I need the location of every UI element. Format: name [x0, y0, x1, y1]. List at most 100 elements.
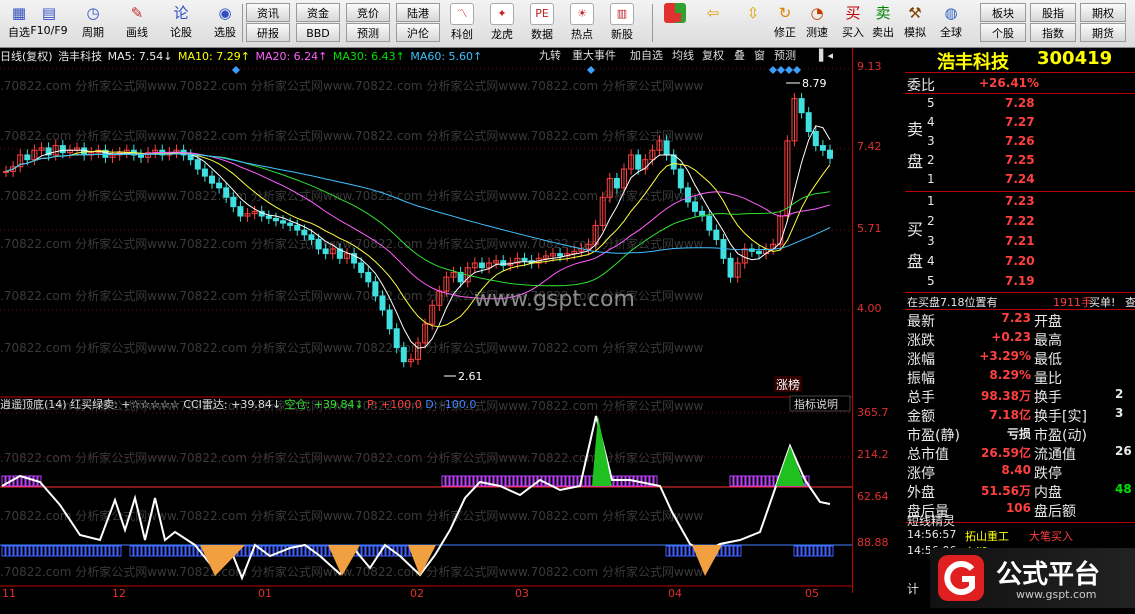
buy-price: 7.21 [1005, 234, 1035, 248]
toolbar-hammer-button[interactable]: ⚒ 模拟 [898, 3, 932, 43]
short-line-stock: 拓山重工 [965, 530, 1009, 543]
indicator-bottom-bar [169, 545, 174, 557]
toolbar-market-button[interactable]: 指数 [1030, 23, 1076, 42]
pe-icon: PE [530, 3, 554, 25]
quote-field-value: 48 [1115, 482, 1132, 496]
toolbar-market-button[interactable]: 期权 [1080, 3, 1126, 22]
candle-body [365, 271, 372, 283]
toolbar-dragon-button[interactable]: ✦ 龙虎 [483, 3, 521, 43]
toolbar-hot-button[interactable]: ☀ 热点 [563, 3, 601, 43]
toolbar-grid-button[interactable]: 研报 [246, 23, 290, 42]
x-axis-label: 03 [515, 587, 529, 600]
toolbar-button-label: 修正 [774, 26, 796, 39]
indicator-top-bar [641, 475, 646, 487]
candle-body [706, 215, 713, 231]
indicator-bottom-bar [77, 545, 82, 557]
indicator-bottom-bar [301, 545, 306, 557]
indicator-bottom-bar [13, 545, 18, 557]
toolbar-grid-button[interactable]: 资金 [296, 3, 340, 22]
indicator-bottom-bar [805, 545, 810, 557]
toolbar-globe-button[interactable]: ◍ 全球 [934, 3, 968, 43]
event-marker[interactable] [232, 66, 240, 74]
indicator-top-bar [465, 475, 470, 487]
indicator-bottom-bar [45, 545, 50, 557]
toolbar-market-button[interactable]: 期货 [1080, 23, 1126, 42]
indicator-bottom-bar [101, 545, 106, 557]
toolbar-button-label: F10/F9 [30, 24, 68, 37]
indicator-bottom-bar [57, 545, 62, 557]
event-marker[interactable] [793, 66, 801, 74]
indicator-bottom-bar [797, 545, 802, 557]
indicator-explain-label: 指标说明 [794, 397, 838, 411]
candle-body [692, 201, 699, 212]
toolbar-refresh-button[interactable]: ↻ 修正 [768, 3, 802, 43]
toolbar-sell-button[interactable]: 卖卖出 [866, 3, 900, 43]
indicator-top-bar [505, 475, 510, 487]
indicator-top-bar [481, 475, 486, 487]
indicator-bottom-bar [373, 545, 378, 557]
toolbar-button-label: 模拟 [904, 26, 926, 39]
sell-level: 1 [927, 172, 935, 186]
toolbar-grid-button[interactable]: 沪伦 [396, 23, 440, 42]
buy-alert-action: 买单! [1089, 296, 1116, 309]
quote-field-value: +3.29% [979, 349, 1031, 363]
quote-field-label: 开盘 [1034, 314, 1062, 330]
globe-icon: ◍ [944, 4, 958, 22]
panel-divider [905, 72, 1135, 73]
event-marker[interactable] [785, 66, 793, 74]
indicator-top-bar [753, 475, 758, 487]
toolbar-market-button[interactable]: 股指 [1030, 3, 1076, 22]
toolbar-grid-button[interactable]: 竞价 [346, 3, 390, 22]
y-axis: 9.13 7.42 5.71 4.00 365.7 214.2 62.64 88.88 [852, 48, 905, 593]
toolbar-color-grid-button[interactable]: ▚ [658, 3, 692, 43]
star-icon: ▦ [11, 4, 27, 22]
toolbar-back-arrow-button[interactable]: ⇦ [696, 3, 730, 43]
toolbar-stopwatch-button[interactable]: ◔ 测速 [800, 3, 834, 43]
kline-chart[interactable]: .70822.com 分析家公式网www.70822.com 分析家公式网www… [0, 48, 852, 608]
toolbar-book-button[interactable]: ▤ F10/F9 [30, 3, 68, 43]
candle-body [59, 145, 66, 154]
candle-body [635, 154, 642, 170]
candle-body [500, 260, 507, 266]
toolbar-pencil-button[interactable]: ✎ 画线 [118, 3, 156, 43]
buy-level: 4 [927, 254, 935, 268]
toolbar-clock-button[interactable]: ◷ 周期 [74, 3, 112, 43]
candle-body [827, 149, 833, 159]
candle-body [727, 257, 734, 278]
site-watermark: .70822.com 分析家公式网www.70822.com 分析家公式网www… [0, 128, 704, 143]
toolbar-select-button[interactable]: ◉ 选股 [206, 3, 244, 43]
candle-body [280, 220, 287, 224]
toolbar-grid-button[interactable]: 陆港 [396, 3, 440, 22]
buy-level: 5 [927, 274, 935, 288]
toolbar-pe-button[interactable]: PE 数据 [523, 3, 561, 43]
toolbar-grid-button[interactable]: 资讯 [246, 3, 290, 22]
dragon-icon: ✦ [490, 3, 514, 25]
oscillator-green-peak [776, 446, 805, 486]
toolbar-chart-button[interactable]: 〽科创 [443, 3, 481, 43]
toolbar-grid-button[interactable]: BBD [296, 23, 340, 42]
toolbar-ipo-button[interactable]: ▥ 新股 [603, 3, 641, 43]
toolbar-buy-button[interactable]: 买买入 [836, 3, 870, 43]
event-marker[interactable] [587, 66, 595, 74]
candle-body [805, 112, 812, 132]
toolbar-grid-button[interactable]: 预测 [346, 23, 390, 42]
candle-body [223, 187, 230, 198]
toolbar-talk-button[interactable]: 论论股 [162, 3, 200, 43]
toolbar-market-button[interactable]: 板块 [980, 3, 1026, 22]
indicator-bottom-bar [113, 545, 118, 557]
event-marker[interactable] [769, 66, 777, 74]
indicator-top-bar [501, 475, 506, 487]
indicator-bottom-bar [141, 545, 146, 557]
indicator-bottom-bar [117, 545, 122, 557]
candle-body [308, 234, 315, 241]
toolbar-market-button[interactable]: 个股 [980, 23, 1026, 42]
indicator-top-bar [553, 475, 558, 487]
toolbar-updown-arrow-button[interactable]: ⇳ [736, 3, 770, 43]
event-marker[interactable] [777, 66, 785, 74]
indicator-top-bar [569, 475, 574, 487]
toolbar-button-label: 龙虎 [491, 28, 513, 41]
candle-body [393, 328, 400, 349]
candle-body [663, 140, 670, 156]
quote-field-value: 7.23 [1001, 311, 1031, 325]
buy-alert-volume: 1911手 [1053, 296, 1092, 309]
